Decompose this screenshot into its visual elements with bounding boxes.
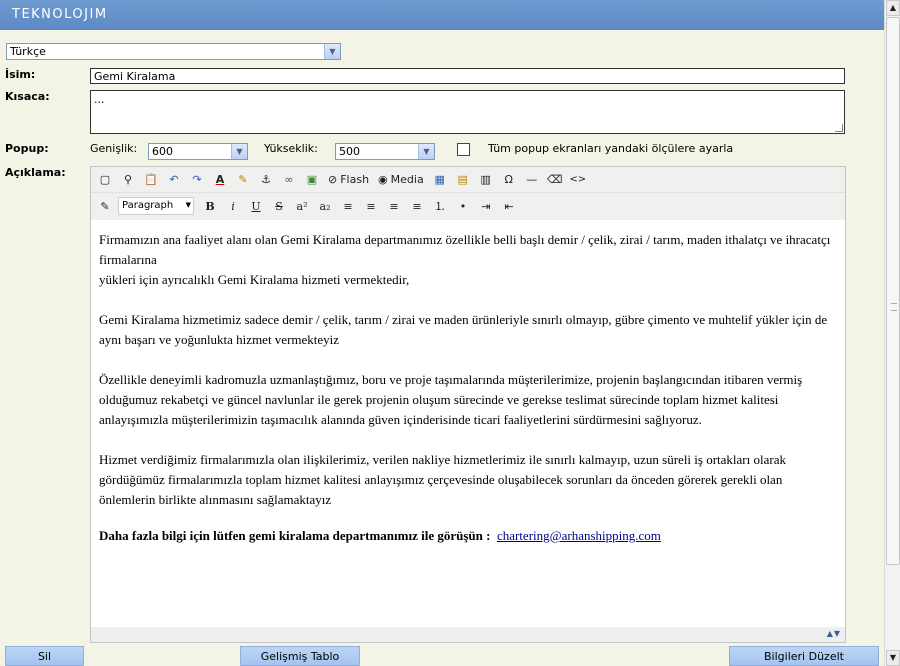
- height-value: 500: [339, 145, 360, 158]
- editor-toolbar-row-2: ✎ Paragraph ▼ B i U S a² a₂ ≡ ≡ ≡ ≡ ⒈ • …: [91, 193, 845, 219]
- editor-toolbar-row-1: ▢ ⚲ 📋 ↶ ↷ A ✎ ⚓ ∞ ▣ ⊘ Flash ◉ Media ▦ ▤ ▥ …: [91, 167, 845, 193]
- name-input[interactable]: Gemi Kiralama: [90, 68, 845, 84]
- format-select[interactable]: Paragraph ▼: [118, 197, 194, 215]
- align-justify-icon[interactable]: ≡: [407, 196, 427, 216]
- chevron-down-icon: ▼: [418, 144, 434, 159]
- style-edit-icon[interactable]: ✎: [95, 196, 115, 216]
- app-header: TEKNOLOJIM: [0, 0, 884, 30]
- grip-icon: [891, 303, 897, 311]
- width-value: 600: [152, 145, 173, 158]
- ordered-list-icon[interactable]: ⒈: [430, 196, 450, 216]
- anchor-icon[interactable]: ⚓: [256, 170, 276, 190]
- align-center-icon[interactable]: ≡: [361, 196, 381, 216]
- indent-icon[interactable]: ⇥: [476, 196, 496, 216]
- page-scrollbar[interactable]: ▲ ▼: [884, 0, 900, 666]
- italic-icon[interactable]: i: [223, 196, 243, 216]
- paragraph-line: yükleri için ayrıcalıklı Gemi Kiralama h…: [99, 272, 410, 287]
- link-icon[interactable]: ∞: [279, 170, 299, 190]
- image-icon[interactable]: ▣: [302, 170, 322, 190]
- email-link[interactable]: chartering@arhanshipping.com: [497, 528, 661, 543]
- new-document-icon[interactable]: ▢: [95, 170, 115, 190]
- align-left-icon[interactable]: ≡: [338, 196, 358, 216]
- resize-grip-icon[interactable]: [835, 124, 843, 132]
- popup-label: Popup:: [5, 142, 49, 155]
- chevron-down-icon: ▼: [231, 144, 247, 159]
- undo-icon[interactable]: ↶: [164, 170, 184, 190]
- table-icon[interactable]: ▦: [430, 170, 450, 190]
- format-value: Paragraph: [122, 200, 174, 211]
- contact-text: Daha fazla bilgi için lütfen gemi kirala…: [99, 528, 491, 543]
- align-right-icon[interactable]: ≡: [384, 196, 404, 216]
- flash-icon: ⊘: [328, 173, 338, 186]
- media-button[interactable]: ◉ Media: [375, 170, 427, 190]
- description-label: Açıklama:: [5, 166, 66, 179]
- paragraph: Gemi Kiralama hizmetimiz sadece demir / …: [99, 312, 828, 347]
- scrollbar-thumb[interactable]: [886, 17, 900, 565]
- bold-icon[interactable]: B: [200, 196, 220, 216]
- summary-label: Kısaca:: [5, 90, 50, 103]
- summary-value: ...: [94, 93, 105, 106]
- media-label: Media: [390, 173, 424, 186]
- name-label: İsim:: [5, 68, 36, 81]
- advanced-table-button[interactable]: Gelişmiş Tablo: [240, 646, 360, 666]
- font-color-icon[interactable]: A: [210, 170, 230, 190]
- underline-icon[interactable]: U: [246, 196, 266, 216]
- language-select[interactable]: Türkçe ▼: [6, 43, 341, 60]
- height-select[interactable]: 500 ▼: [335, 143, 435, 160]
- chevron-down-icon: ▼: [185, 201, 191, 209]
- table-edit-icon[interactable]: ▤: [453, 170, 473, 190]
- logo: TEKNOLOJIM: [12, 7, 108, 22]
- redo-icon[interactable]: ↷: [187, 170, 207, 190]
- paragraph: Firmamızın ana faaliyet alanı olan Gemi …: [99, 230, 837, 290]
- chevron-down-icon: ▼: [324, 44, 340, 59]
- eraser-icon[interactable]: ⌫: [545, 170, 565, 190]
- delete-button[interactable]: Sil: [5, 646, 84, 666]
- paste-icon[interactable]: 📋: [141, 170, 161, 190]
- subscript-icon[interactable]: a₂: [315, 196, 335, 216]
- rich-text-editor: ▢ ⚲ 📋 ↶ ↷ A ✎ ⚓ ∞ ▣ ⊘ Flash ◉ Media ▦ ▤ ▥ …: [90, 166, 846, 643]
- paragraph: Hizmet verdiğimiz firmalarımızla olan il…: [99, 452, 786, 507]
- strikethrough-icon[interactable]: S: [269, 196, 289, 216]
- source-code-icon[interactable]: <>: [568, 170, 588, 190]
- highlight-icon[interactable]: ✎: [233, 170, 253, 190]
- edit-info-button[interactable]: Bilgileri Düzelt: [729, 646, 879, 666]
- language-value: Türkçe: [10, 45, 46, 58]
- editor-statusbar: ▲▼: [91, 627, 845, 642]
- media-icon: ◉: [378, 173, 388, 186]
- popup-all-label: Tüm popup ekranları yandaki ölçülere aya…: [488, 142, 734, 155]
- popup-all-checkbox[interactable]: [457, 143, 470, 156]
- flash-button[interactable]: ⊘ Flash: [325, 170, 372, 190]
- special-char-icon[interactable]: Ω: [499, 170, 519, 190]
- editor-content[interactable]: Firmamızın ana faaliyet alanı olan Gemi …: [91, 220, 845, 627]
- summary-textarea[interactable]: ...: [90, 90, 845, 134]
- scroll-up-icon[interactable]: ▲: [886, 0, 900, 16]
- superscript-icon[interactable]: a²: [292, 196, 312, 216]
- height-label: Yükseklik:: [264, 142, 318, 155]
- flash-label: Flash: [340, 173, 370, 186]
- find-icon[interactable]: ⚲: [118, 170, 138, 190]
- unordered-list-icon[interactable]: •: [453, 196, 473, 216]
- paragraph: Özellikle deneyimli kadromuzla uzmanlaşt…: [99, 372, 803, 427]
- width-select[interactable]: 600 ▼: [148, 143, 248, 160]
- form-icon[interactable]: ▥: [476, 170, 496, 190]
- name-input-value: Gemi Kiralama: [94, 70, 176, 83]
- outdent-icon[interactable]: ⇤: [499, 196, 519, 216]
- width-label: Genişlik:: [90, 142, 138, 155]
- resize-icon[interactable]: ▲▼: [827, 629, 841, 638]
- scroll-down-icon[interactable]: ▼: [886, 650, 900, 666]
- horizontal-rule-icon[interactable]: —: [522, 170, 542, 190]
- paragraph-line: Firmamızın ana faaliyet alanı olan Gemi …: [99, 232, 831, 267]
- contact-paragraph: Daha fazla bilgi için lütfen gemi kirala…: [99, 526, 837, 546]
